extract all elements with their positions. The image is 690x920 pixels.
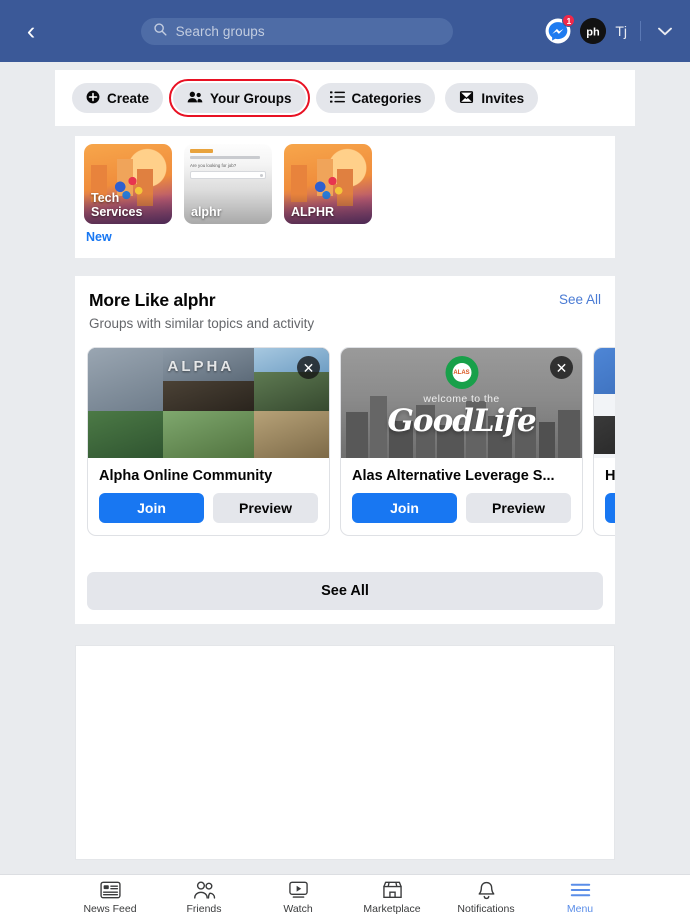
- friends-icon: [193, 881, 216, 900]
- see-all-button[interactable]: See All: [87, 572, 603, 610]
- join-button[interactable]: Join: [99, 493, 204, 523]
- suggested-group-card[interactable]: ALPHA ✕ Alpha Online Community Join Prev…: [87, 347, 330, 536]
- close-icon[interactable]: ✕: [297, 356, 320, 379]
- search-input[interactable]: Search groups: [140, 17, 453, 45]
- people-icon: [187, 90, 203, 107]
- search-icon: [153, 22, 167, 41]
- see-all-link[interactable]: See All: [559, 290, 601, 307]
- search-container: Search groups: [48, 17, 545, 45]
- nav-label: Marketplace: [363, 902, 421, 915]
- newsfeed-icon: [99, 881, 121, 900]
- list-icon: [329, 90, 345, 107]
- group-info: Alas Alternative Leverage S... Join Prev…: [341, 458, 582, 535]
- more-like-card: More Like alphr Groups with similar topi…: [75, 276, 615, 624]
- app-header: ‹ Search groups 1 ph Tj: [0, 0, 690, 62]
- your-groups-card: Tech Services Are you looking for job? a…: [75, 136, 615, 258]
- search-placeholder: Search groups: [175, 23, 265, 39]
- group-actions: Join Preview: [352, 493, 571, 523]
- header-divider: [640, 21, 641, 41]
- envelope-icon: [459, 90, 474, 107]
- group-card-tech-services[interactable]: Tech Services: [84, 144, 172, 224]
- group-cover: ALPHA ✕: [88, 348, 329, 458]
- nav-item-watch[interactable]: Watch: [269, 881, 327, 915]
- close-icon[interactable]: ✕: [550, 356, 573, 379]
- header-actions: 1 ph Tj: [545, 14, 676, 44]
- nav-item-marketplace[interactable]: Marketplace: [363, 881, 421, 915]
- group-name: alphr: [191, 204, 222, 219]
- nav-label: News Feed: [83, 902, 137, 915]
- tab-categories-label: Categories: [351, 90, 422, 106]
- hamburger-icon: [570, 881, 591, 900]
- tab-create[interactable]: Create: [72, 83, 164, 113]
- tab-invites[interactable]: Invites: [445, 83, 539, 113]
- plus-circle-icon: [86, 90, 100, 107]
- cover-text-script: GoodLife: [387, 403, 536, 439]
- nav-label: Watch: [283, 902, 313, 915]
- account-menu-button[interactable]: [654, 23, 676, 40]
- join-button[interactable]: Join: [352, 493, 457, 523]
- group-name: ALPHR: [291, 204, 335, 219]
- group-actions: Join Preview: [605, 493, 615, 523]
- group-info: Alpha Online Community Join Preview: [88, 458, 329, 535]
- more-like-text-block: More Like alphr Groups with similar topi…: [89, 290, 314, 331]
- nav-item-friends[interactable]: Friends: [175, 881, 233, 915]
- messenger-button[interactable]: 1: [545, 14, 576, 44]
- avatar[interactable]: ph: [580, 18, 607, 44]
- avatar-image: ph: [580, 18, 607, 44]
- city-cover-image: ALAS welcome to the GoodLife: [341, 348, 582, 458]
- messenger-badge: 1: [562, 14, 576, 27]
- group-logo-icon: ALAS: [445, 356, 478, 389]
- svg-text:ph: ph: [587, 27, 601, 39]
- username-label[interactable]: Tj: [615, 23, 627, 39]
- join-button[interactable]: Join: [605, 493, 615, 523]
- tab-your-groups-label: Your Groups: [210, 90, 292, 106]
- alphr-preview-lines: Are you looking for job?: [190, 149, 266, 179]
- nav-label: Friends: [186, 902, 222, 915]
- new-badge: New: [86, 230, 112, 244]
- group-name: Tech Services: [91, 191, 143, 219]
- group-actions: Join Preview: [99, 493, 318, 523]
- groups-tab-bar: Create Your Groups Categories Invites: [55, 70, 635, 126]
- group-name: H: [605, 468, 615, 484]
- tab-invites-label: Invites: [481, 90, 525, 106]
- bell-icon: [477, 881, 496, 900]
- nav-item-notifications[interactable]: Notifications: [457, 881, 515, 915]
- group-info: H Join Preview: [594, 458, 615, 535]
- nav-item-news-feed[interactable]: News Feed: [81, 881, 139, 915]
- empty-content-card: [75, 645, 615, 860]
- nav-label: Notifications: [457, 902, 515, 915]
- group-name: Alpha Online Community: [99, 468, 273, 484]
- suggested-group-card[interactable]: H Join Preview: [593, 347, 615, 536]
- group-cover: ALAS welcome to the GoodLife ✕: [341, 348, 582, 458]
- alphr-preview-field: [190, 170, 266, 179]
- section-title: More Like alphr: [89, 290, 216, 310]
- bottom-navigation: News Feed Friends Watch Marketplace Noti…: [0, 874, 690, 920]
- group-card-alphr-caps[interactable]: ALPHR: [284, 144, 372, 224]
- back-button[interactable]: ‹: [14, 14, 48, 48]
- nav-label: Menu: [566, 902, 594, 915]
- preview-button[interactable]: Preview: [466, 493, 571, 523]
- tab-categories[interactable]: Categories: [315, 83, 436, 113]
- group-cover: [594, 348, 615, 458]
- suggested-group-card[interactable]: ALAS welcome to the GoodLife ✕ Alas Alte…: [340, 347, 583, 536]
- blue-cover-image: [594, 348, 615, 458]
- nav-item-menu[interactable]: Menu: [551, 881, 609, 915]
- collage-cover-image: ALPHA: [88, 348, 329, 458]
- cover-text: ALPHA: [167, 357, 235, 375]
- tab-create-label: Create: [107, 90, 150, 106]
- watch-icon: [288, 881, 309, 900]
- marketplace-icon: [382, 881, 403, 900]
- chevron-down-icon: [658, 27, 672, 35]
- preview-button[interactable]: Preview: [213, 493, 318, 523]
- groups-page: ‹ Search groups 1 ph Tj Create Your Grou…: [0, 0, 690, 920]
- section-subtitle: Groups with similar topics and activity: [89, 316, 315, 331]
- suggested-groups-row: ALPHA ✕ Alpha Online Community Join Prev…: [75, 331, 615, 536]
- tab-your-groups[interactable]: Your Groups: [169, 79, 310, 117]
- group-thumbnail-row: Tech Services Are you looking for job? a…: [84, 144, 615, 224]
- group-card-alphr[interactable]: Are you looking for job? alphr: [184, 144, 272, 224]
- alphr-preview-question: Are you looking for job?: [190, 162, 237, 168]
- more-like-header: More Like alphr Groups with similar topi…: [75, 290, 615, 331]
- group-name: Alas Alternative Leverage S...: [352, 468, 555, 484]
